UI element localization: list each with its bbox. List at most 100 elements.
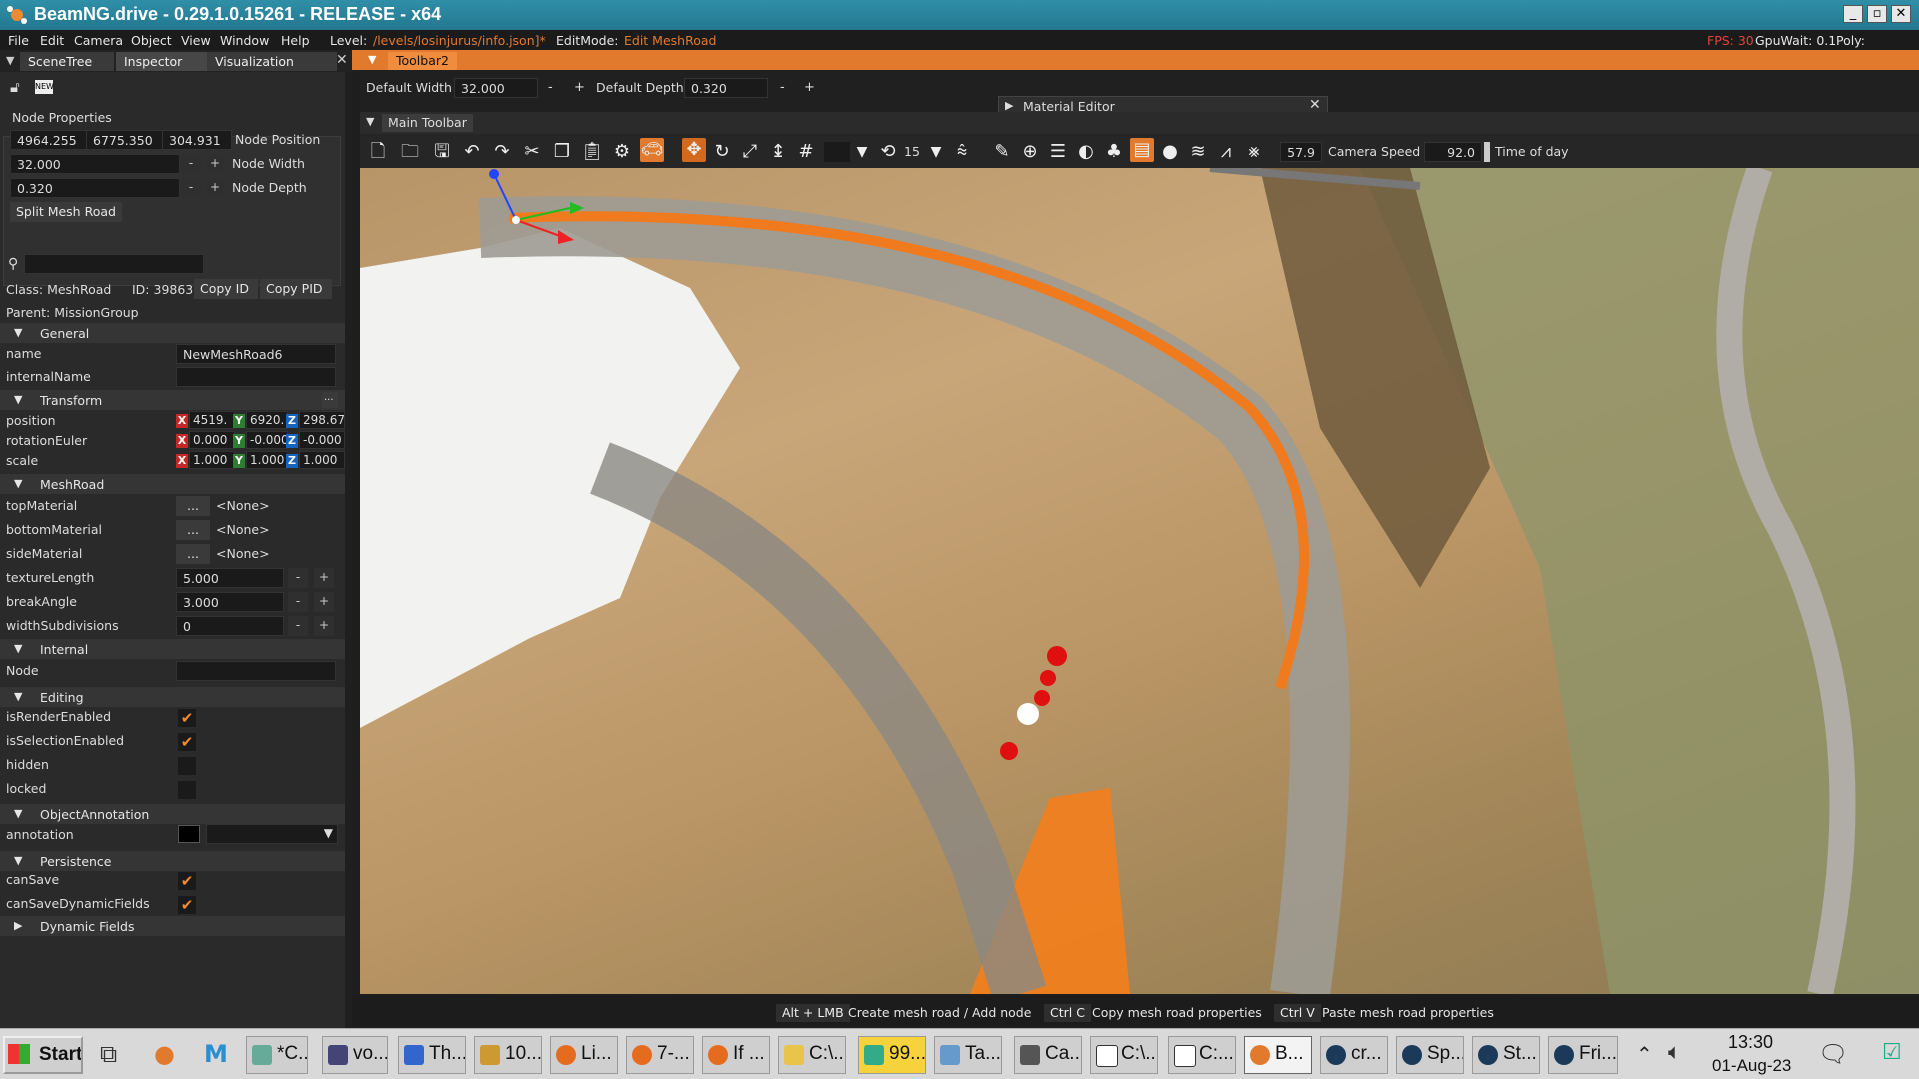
main-toolbar-menu-icon[interactable]: ▼ xyxy=(366,115,374,128)
new-icon[interactable]: NEW xyxy=(35,80,54,94)
panel-menu-icon[interactable]: ▼ xyxy=(6,54,14,67)
taskbar-item-0[interactable]: *C... xyxy=(246,1036,308,1074)
taskbar-item-4[interactable]: Li... xyxy=(550,1036,618,1074)
cansavedynamicfields-checkbox[interactable]: ✔ xyxy=(178,896,196,914)
clock-time[interactable]: 13:30 xyxy=(1728,1032,1773,1053)
road-icon[interactable]: ☰ xyxy=(1046,140,1070,164)
navigation-icon[interactable]: ⨳ xyxy=(1242,140,1266,164)
chevron-down-icon[interactable]: ▼ xyxy=(850,140,874,164)
node-field-input[interactable] xyxy=(176,661,336,681)
copy-id-button[interactable]: Copy ID xyxy=(194,279,258,299)
menu-edit[interactable]: Edit xyxy=(40,33,64,48)
position-z[interactable]: 298.67 xyxy=(299,411,345,429)
add-object-icon[interactable]: ⊕ xyxy=(1018,140,1042,164)
section-objectannotation[interactable]: ▼ ObjectAnnotation xyxy=(0,804,345,824)
taskbar-item-5[interactable]: 7-... xyxy=(626,1036,694,1074)
section-general[interactable]: ▼ General xyxy=(0,323,345,343)
taskbar-item-8[interactable]: 99... xyxy=(858,1036,926,1074)
restore-button[interactable]: ▫ xyxy=(1867,5,1887,23)
taskbar-item-15[interactable]: Sp... xyxy=(1396,1036,1464,1074)
default-depth-input[interactable]: 0.320 xyxy=(684,78,768,98)
camera-speed-slider-handle[interactable] xyxy=(1484,142,1490,162)
undo-icon[interactable]: ↶ xyxy=(460,140,484,164)
main-toolbar-title[interactable]: Main Toolbar xyxy=(382,114,473,132)
taskbar-item-12[interactable]: C:... xyxy=(1168,1036,1236,1074)
fov-input[interactable]: 57.9 xyxy=(1280,142,1322,162)
rotate-gizmo-icon[interactable]: ↻ xyxy=(710,140,734,164)
taskbar-item-16[interactable]: St... xyxy=(1472,1036,1540,1074)
scene-viewport[interactable] xyxy=(360,168,1919,994)
taskbar-item-10[interactable]: Ca... xyxy=(1014,1036,1082,1074)
taskbar-item-1[interactable]: vo... xyxy=(322,1036,388,1074)
menu-object[interactable]: Object xyxy=(131,33,172,48)
node-width-plus[interactable]: + xyxy=(205,154,225,174)
tab-scenetree[interactable]: SceneTree xyxy=(20,52,114,71)
isselectionenabled-checkbox[interactable]: ✔ xyxy=(178,733,196,751)
section-internal[interactable]: ▼ Internal xyxy=(0,639,345,659)
section-meshroad[interactable]: ▼ MeshRoad xyxy=(0,474,345,494)
internalname-input[interactable] xyxy=(176,367,336,387)
taskbar-item-13[interactable]: B... xyxy=(1244,1036,1312,1074)
rotation-z[interactable]: -0.000 xyxy=(299,431,345,449)
locked-checkbox[interactable] xyxy=(178,781,196,799)
tab-toolbar2[interactable]: Toolbar2 xyxy=(388,52,457,70)
terrain-paint-icon[interactable]: ◐ xyxy=(1074,140,1098,164)
widthsubdivisions-plus[interactable]: + xyxy=(314,616,334,636)
rotation-x[interactable]: 0.000 xyxy=(189,431,235,449)
clock-date[interactable]: 01-Aug-23 xyxy=(1712,1056,1791,1076)
default-depth-plus[interactable]: + xyxy=(804,80,815,95)
decal-icon[interactable]: ● xyxy=(1158,140,1182,164)
vehicle-icon[interactable]: 🚗︎ xyxy=(640,138,664,162)
copy-pid-button[interactable]: Copy PID xyxy=(260,279,332,299)
volume-icon[interactable]: 🔈︎ xyxy=(1668,1040,1681,1065)
hidden-checkbox[interactable] xyxy=(178,757,196,775)
node-pos-x[interactable]: 4964.255 xyxy=(10,130,90,150)
scale-z[interactable]: 1.000 xyxy=(299,451,345,469)
widthsubdivisions-input[interactable]: 0 xyxy=(176,616,284,636)
grid-size-field[interactable] xyxy=(824,142,850,162)
bottommaterial-browse-button[interactable]: ... xyxy=(176,520,210,540)
isrenderenabled-checkbox[interactable]: ✔ xyxy=(178,709,196,727)
chevron-down-icon[interactable]: ▼ xyxy=(924,140,948,164)
name-input[interactable]: NewMeshRoad6 xyxy=(176,344,336,364)
taskbar-item-11[interactable]: C:\... xyxy=(1090,1036,1158,1074)
position-y[interactable]: 6920. xyxy=(246,411,288,429)
panel-scrollbar[interactable] xyxy=(345,72,352,1028)
section-editing[interactable]: ▼ Editing xyxy=(0,687,345,707)
beamng-pinned-icon[interactable]: ● xyxy=(154,1040,175,1068)
cansave-checkbox[interactable]: ✔ xyxy=(178,872,196,890)
notifications-icon[interactable]: 🗨︎ xyxy=(1818,1040,1848,1068)
toolbar2-menu-icon[interactable]: ▼ xyxy=(368,53,376,66)
texturelength-plus[interactable]: + xyxy=(314,568,334,588)
menu-help[interactable]: Help xyxy=(281,33,310,48)
topmaterial-browse-button[interactable]: ... xyxy=(176,496,210,516)
default-width-input[interactable]: 32.000 xyxy=(454,78,538,98)
breakangle-minus[interactable]: - xyxy=(288,592,308,612)
menu-file[interactable]: File xyxy=(8,33,29,48)
decal-road-icon[interactable]: ≋ xyxy=(1186,140,1210,164)
show-desktop-icon[interactable]: ☑ xyxy=(1882,1040,1902,1065)
tab-visualization[interactable]: Visualization xyxy=(207,52,337,71)
cut-icon[interactable]: ✂ xyxy=(520,140,544,164)
close-icon[interactable]: ✕ xyxy=(1309,97,1321,113)
node-depth-input[interactable]: 0.320 xyxy=(10,178,180,198)
close-window-button[interactable]: ✕ xyxy=(1891,5,1911,23)
split-mesh-road-button[interactable]: Split Mesh Road xyxy=(10,202,122,222)
scale-y[interactable]: 1.000 xyxy=(246,451,288,469)
node-pos-z[interactable]: 304.931 xyxy=(162,130,232,150)
task-view-icon[interactable]: ⧉ xyxy=(100,1040,117,1068)
widthsubdivisions-minus[interactable]: - xyxy=(288,616,308,636)
default-width-plus[interactable]: + xyxy=(574,80,585,95)
taskbar-item-6[interactable]: If ... xyxy=(702,1036,770,1074)
meshroad-icon[interactable]: ▤ xyxy=(1130,138,1154,162)
camera-speed-input[interactable]: 92.0 xyxy=(1424,142,1482,162)
breakangle-plus[interactable]: + xyxy=(314,592,334,612)
paste-icon[interactable]: 📋︎ xyxy=(580,140,604,164)
scale-x[interactable]: 1.000 xyxy=(189,451,235,469)
transform-menu-button[interactable]: ... xyxy=(322,392,338,408)
new-file-icon[interactable]: 🗋 xyxy=(366,140,390,164)
annotation-color-swatch[interactable] xyxy=(178,825,200,843)
taskbar-item-7[interactable]: C:\... xyxy=(778,1036,846,1074)
node-width-input[interactable]: 32.000 xyxy=(10,154,180,174)
default-width-minus[interactable]: - xyxy=(548,80,553,95)
